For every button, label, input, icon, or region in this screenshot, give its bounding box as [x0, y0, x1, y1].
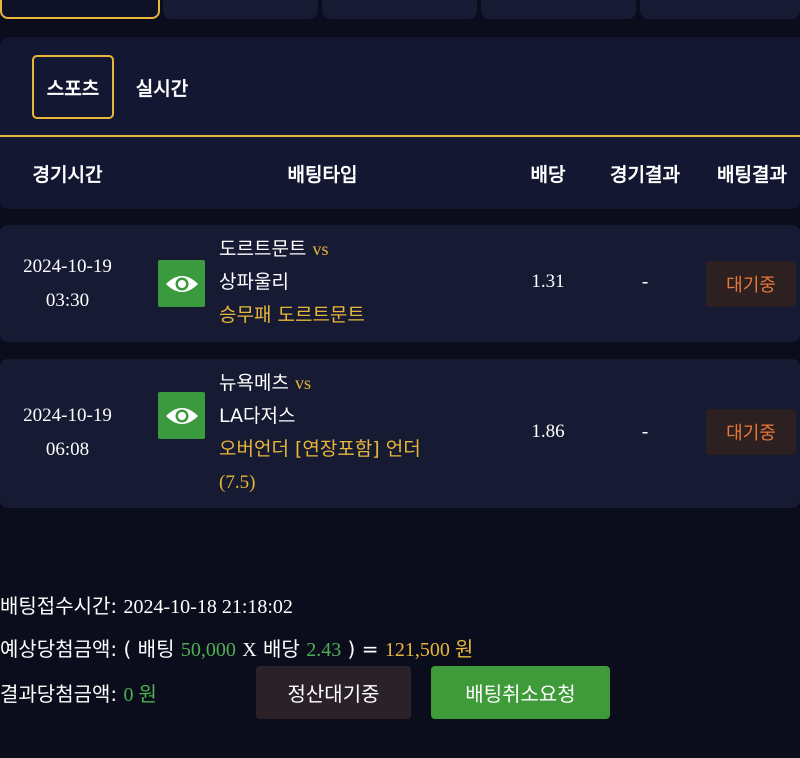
header-match-result: 경기결과	[610, 163, 680, 186]
match-datetime: 2024-10-19 03:30	[0, 250, 135, 318]
receipt-label: 배팅접수시간:	[0, 594, 118, 618]
expected-amount: 121,500 원	[384, 639, 474, 661]
table-header: 경기시간 배팅타입 배당 경기결과 배팅결과	[0, 137, 800, 209]
header-bet-result: 배팅결과	[717, 163, 787, 186]
close-equals: ) =	[347, 637, 379, 661]
vs-label: vs	[294, 373, 311, 393]
receipt-time-line: 배팅접수시간: 2024-10-18 21:18:02	[0, 590, 293, 619]
eye-icon	[165, 275, 198, 292]
match-date: 2024-10-19	[23, 405, 112, 426]
bet-details: 뉴욕메츠 vs LA다저스 오버언더 [연장포함] 언더 (7.5)	[219, 367, 509, 499]
odds-word: 배당	[263, 637, 300, 661]
bet-word: 배팅	[137, 637, 175, 661]
view-match-button[interactable]	[158, 260, 205, 307]
top-tab-1[interactable]	[0, 0, 160, 19]
result-amount: 0 원	[123, 684, 157, 706]
home-team: 도르트문트	[219, 238, 307, 260]
header-bet-type: 배팅타입	[287, 163, 358, 186]
header-match-time: 경기시간	[32, 163, 103, 186]
home-team: 뉴욕메츠	[219, 372, 289, 394]
match-time: 06:08	[45, 439, 90, 460]
header-odds: 배당	[530, 163, 566, 186]
match-date: 2024-10-19	[23, 256, 112, 277]
bet-details: 도르트문트 vs 상파울리 승무패 도르트문트	[219, 233, 509, 332]
table-row: 2024-10-19 06:08 뉴욕메츠 vs LA다저스 오버언더 [연장포…	[0, 359, 800, 508]
top-tab-5[interactable]	[640, 0, 800, 19]
status-badge: 대기중	[706, 409, 796, 455]
match-time: 03:30	[45, 290, 90, 311]
top-tab-3[interactable]	[322, 0, 477, 19]
top-tab-4[interactable]	[481, 0, 636, 19]
tab-live[interactable]: 실시간	[124, 55, 200, 119]
match-result-value: -	[641, 421, 649, 443]
bet-pick: 오버언더 [연장포함] 언더	[219, 438, 421, 460]
receipt-time: 2024-10-18 21:18:02	[123, 596, 293, 618]
vs-label: vs	[312, 239, 329, 259]
expected-amount-line: 예상당첨금액: ( 배팅 50,000 X 배당 2.43 ) = 121,50…	[0, 633, 473, 662]
bet-amount: 50,000	[180, 639, 236, 661]
open-paren: (	[123, 637, 132, 661]
result-amount-line: 결과당첨금액: 0 원	[0, 678, 157, 707]
times-sign: X	[242, 639, 257, 661]
result-label: 결과당첨금액:	[0, 682, 118, 706]
match-result-value: -	[641, 271, 649, 293]
settle-pending-button[interactable]: 정산대기중	[256, 666, 411, 719]
top-tab-2[interactable]	[163, 0, 318, 19]
table-row: 2024-10-19 03:30 도르트문트 vs 상파울리 승무패 도르트문트…	[0, 225, 800, 342]
expected-label: 예상당첨금액:	[0, 637, 118, 661]
eye-icon	[165, 407, 198, 424]
odds-value: 1.86	[531, 421, 565, 442]
view-match-button[interactable]	[158, 392, 205, 439]
odds-value: 1.31	[531, 271, 565, 292]
bet-category-tabs: 스포츠 실시간	[0, 37, 800, 135]
status-badge: 대기중	[706, 261, 796, 307]
bet-pick: 승무패 도르트문트	[219, 304, 365, 326]
tab-sports[interactable]: 스포츠	[32, 55, 114, 119]
match-datetime: 2024-10-19 06:08	[0, 399, 135, 467]
cancel-bet-button[interactable]: 배팅취소요청	[431, 666, 610, 719]
away-team: 상파울리	[219, 271, 289, 293]
bet-pick-line: (7.5)	[219, 472, 256, 493]
total-odds: 2.43	[306, 639, 342, 661]
away-team: LA다저스	[219, 405, 296, 427]
